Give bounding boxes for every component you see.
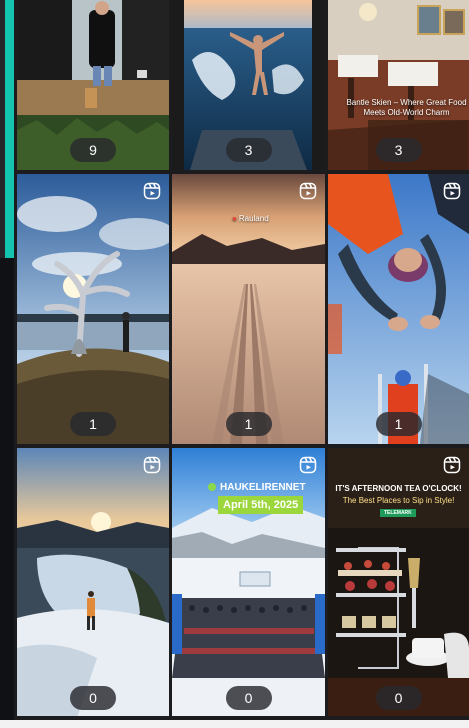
view-count: 3 bbox=[375, 138, 422, 162]
view-count: 1 bbox=[225, 412, 272, 436]
post-tile-1[interactable]: 9 bbox=[17, 0, 169, 170]
post-image-6 bbox=[328, 174, 469, 444]
post-caption: Bantle Skien – Where Great Food Meets Ol… bbox=[346, 98, 467, 117]
brand-label: HAUKELIRENNET bbox=[220, 482, 306, 493]
location-label: Rauland bbox=[238, 214, 269, 223]
reels-icon bbox=[143, 182, 161, 200]
post-grid: 9 3 Bantle Skien – Where Great Food Meet… bbox=[17, 0, 469, 716]
dark-strip bbox=[0, 258, 14, 728]
bottom-strip bbox=[0, 720, 469, 728]
event-date: April 5th, 2025 bbox=[218, 496, 304, 514]
view-count: 1 bbox=[375, 412, 422, 436]
post-tile-9[interactable]: IT'S AFTERNOON TEA O'CLOCK! The Best Pla… bbox=[328, 448, 469, 716]
pin-icon: ● bbox=[232, 214, 237, 223]
accent-strip bbox=[5, 0, 14, 258]
view-count: 9 bbox=[70, 138, 116, 162]
post-tile-3[interactable]: Bantle Skien – Where Great Food Meets Ol… bbox=[328, 0, 469, 170]
location-tag: ● Rauland bbox=[232, 214, 269, 223]
post-tile-7[interactable]: 0 bbox=[17, 448, 169, 716]
post-tile-8[interactable]: HAUKELIRENNET April 5th, 2025 0 bbox=[172, 448, 325, 716]
side-strip bbox=[0, 0, 14, 728]
region-tag: TELEMARK bbox=[380, 509, 416, 517]
post-tile-5[interactable]: ● Rauland 1 bbox=[172, 174, 325, 444]
post-tile-4[interactable]: 1 bbox=[17, 174, 169, 444]
reels-icon bbox=[299, 182, 317, 200]
reels-icon bbox=[143, 456, 161, 474]
view-count: 1 bbox=[70, 412, 116, 436]
event-brand: HAUKELIRENNET bbox=[208, 482, 306, 493]
reels-icon bbox=[443, 182, 461, 200]
post-tile-2[interactable]: 3 bbox=[172, 0, 325, 170]
reels-icon bbox=[443, 456, 461, 474]
post-image-7 bbox=[17, 448, 169, 716]
view-count: 0 bbox=[375, 686, 422, 710]
post-image-4 bbox=[17, 174, 169, 444]
post-tile-6[interactable]: 1 bbox=[328, 174, 469, 444]
post-subtitle: The Best Places to Sip in Style! bbox=[342, 496, 455, 505]
view-count: 3 bbox=[225, 138, 272, 162]
brand-dot-icon bbox=[208, 483, 216, 491]
view-count: 0 bbox=[70, 686, 116, 710]
post-title: IT'S AFTERNOON TEA O'CLOCK! bbox=[335, 484, 462, 493]
view-count: 0 bbox=[225, 686, 272, 710]
reels-icon bbox=[299, 456, 317, 474]
